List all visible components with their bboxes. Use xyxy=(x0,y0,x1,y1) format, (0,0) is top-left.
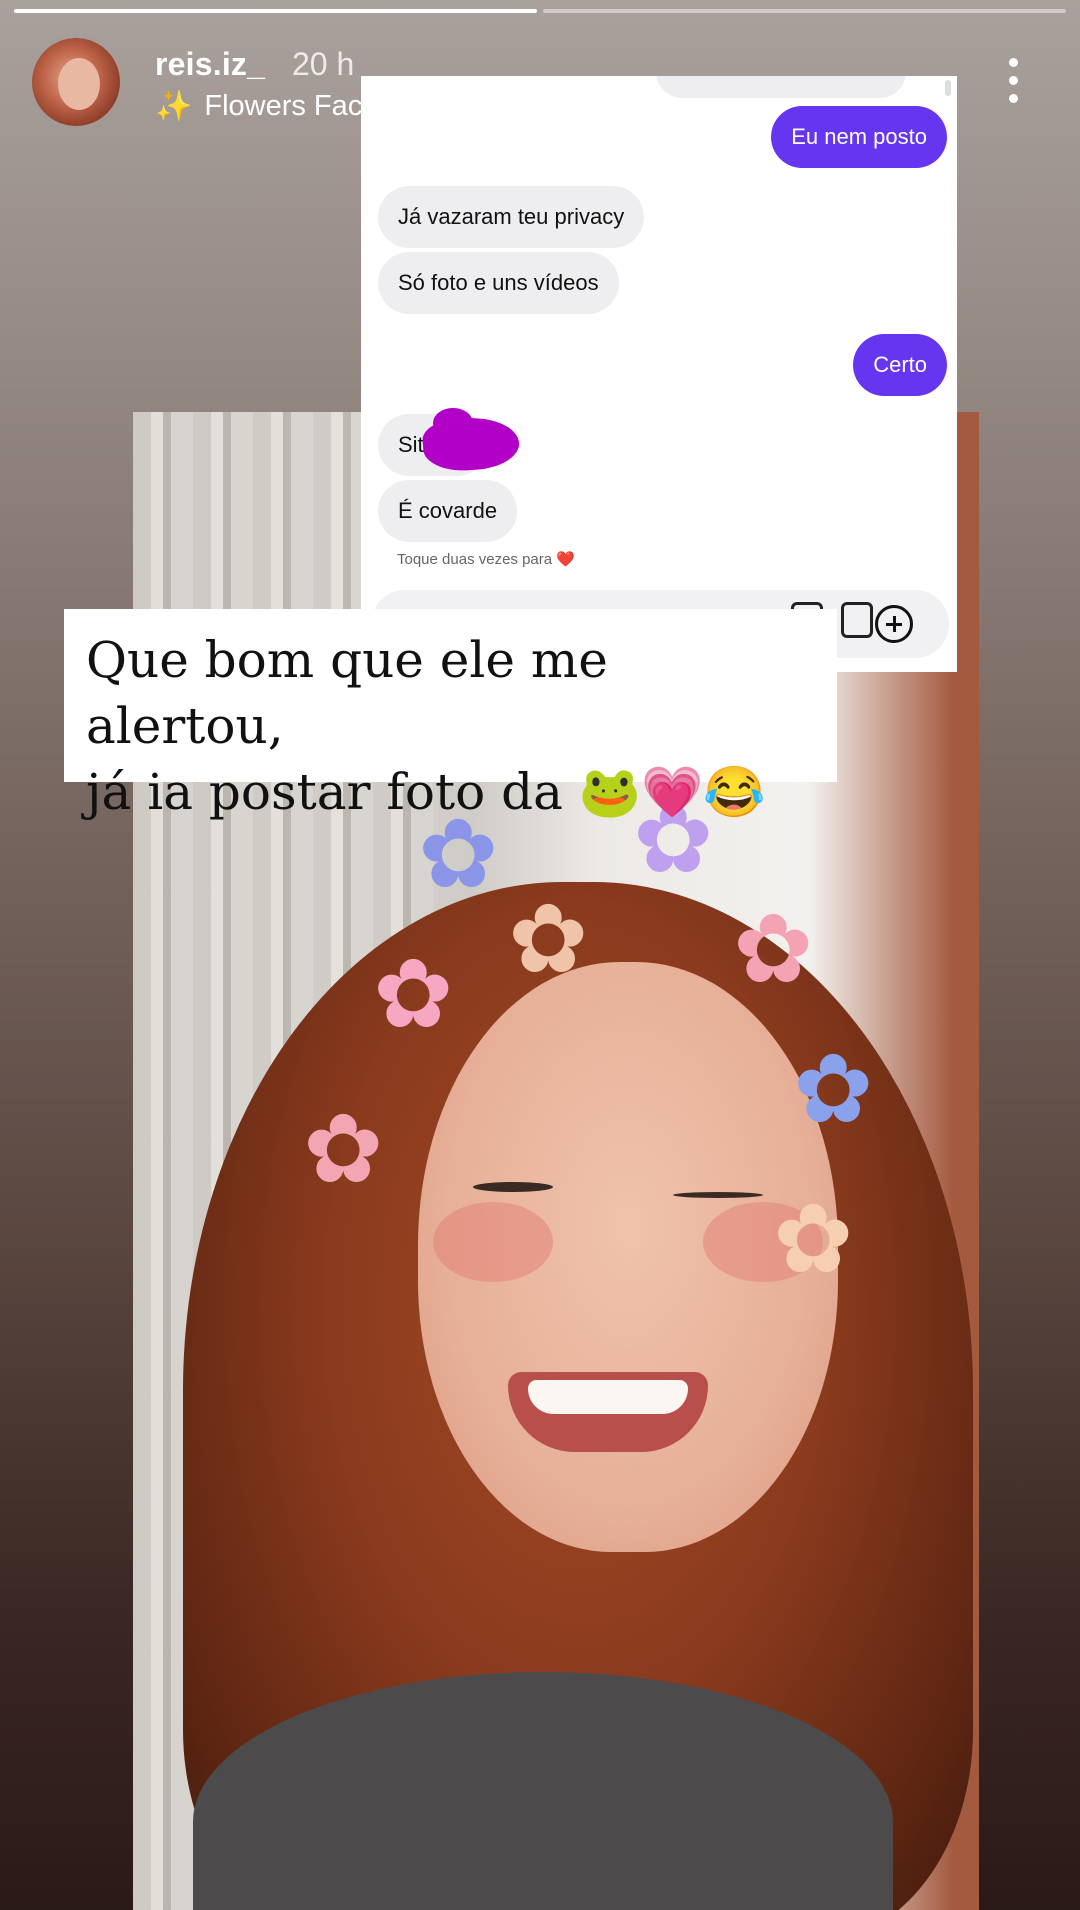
caption-line: já ia postar foto da 🐸💗😂 xyxy=(86,763,766,821)
post-time: 20 h xyxy=(292,46,355,82)
effect-link[interactable]: ✨ Flowers Face xyxy=(155,90,378,123)
eye-right xyxy=(673,1192,763,1198)
image-icon xyxy=(841,602,873,638)
flower-sticker: ✿ xyxy=(733,896,814,1003)
sparkle-icon: ✨ xyxy=(155,89,193,123)
story-progress xyxy=(14,9,1066,13)
flower-sticker: ✿ xyxy=(773,1186,854,1293)
flower-sticker: ✿ xyxy=(303,1096,384,1203)
chat-bubble-incoming: Já vazaram teu privacy xyxy=(378,186,645,248)
progress-segment-current xyxy=(14,9,537,13)
avatar[interactable] xyxy=(32,38,120,126)
avatar-face xyxy=(58,58,100,110)
chat-bubble-outgoing: Eu nem posto xyxy=(771,106,947,168)
teeth xyxy=(528,1380,688,1414)
story-caption: Que bom que ele me alertou, já ia postar… xyxy=(64,609,837,821)
flower-sticker: ✿ xyxy=(508,886,589,993)
add-icon xyxy=(875,605,913,643)
chat-bubble-incoming: Só foto e uns vídeos xyxy=(378,252,619,314)
caption-line: Que bom que ele me alertou, xyxy=(86,631,608,755)
flower-sticker: ✿ xyxy=(793,1036,874,1143)
chat-bubble-partial xyxy=(656,76,906,98)
eye-left xyxy=(473,1182,553,1192)
chat-bubble-incoming: É covarde xyxy=(378,480,518,542)
scroll-indicator xyxy=(945,80,951,96)
more-options-button[interactable] xyxy=(1006,58,1020,103)
progress-segment-next xyxy=(543,9,1066,13)
cheek-left xyxy=(433,1202,553,1282)
username[interactable]: reis.iz_ xyxy=(155,46,265,83)
more-vertical-icon xyxy=(1008,58,1018,67)
chat-bubble-outgoing: Certo xyxy=(853,334,947,396)
double-tap-hint: Toque duas vezes para ❤️ xyxy=(397,551,575,568)
chat-screenshot: Eu nem posto Já vazaram teu privacy Só f… xyxy=(361,76,957,672)
effect-name: Flowers Face xyxy=(204,90,379,122)
redaction-scribble xyxy=(433,408,473,438)
flower-sticker: ✿ xyxy=(373,941,454,1048)
